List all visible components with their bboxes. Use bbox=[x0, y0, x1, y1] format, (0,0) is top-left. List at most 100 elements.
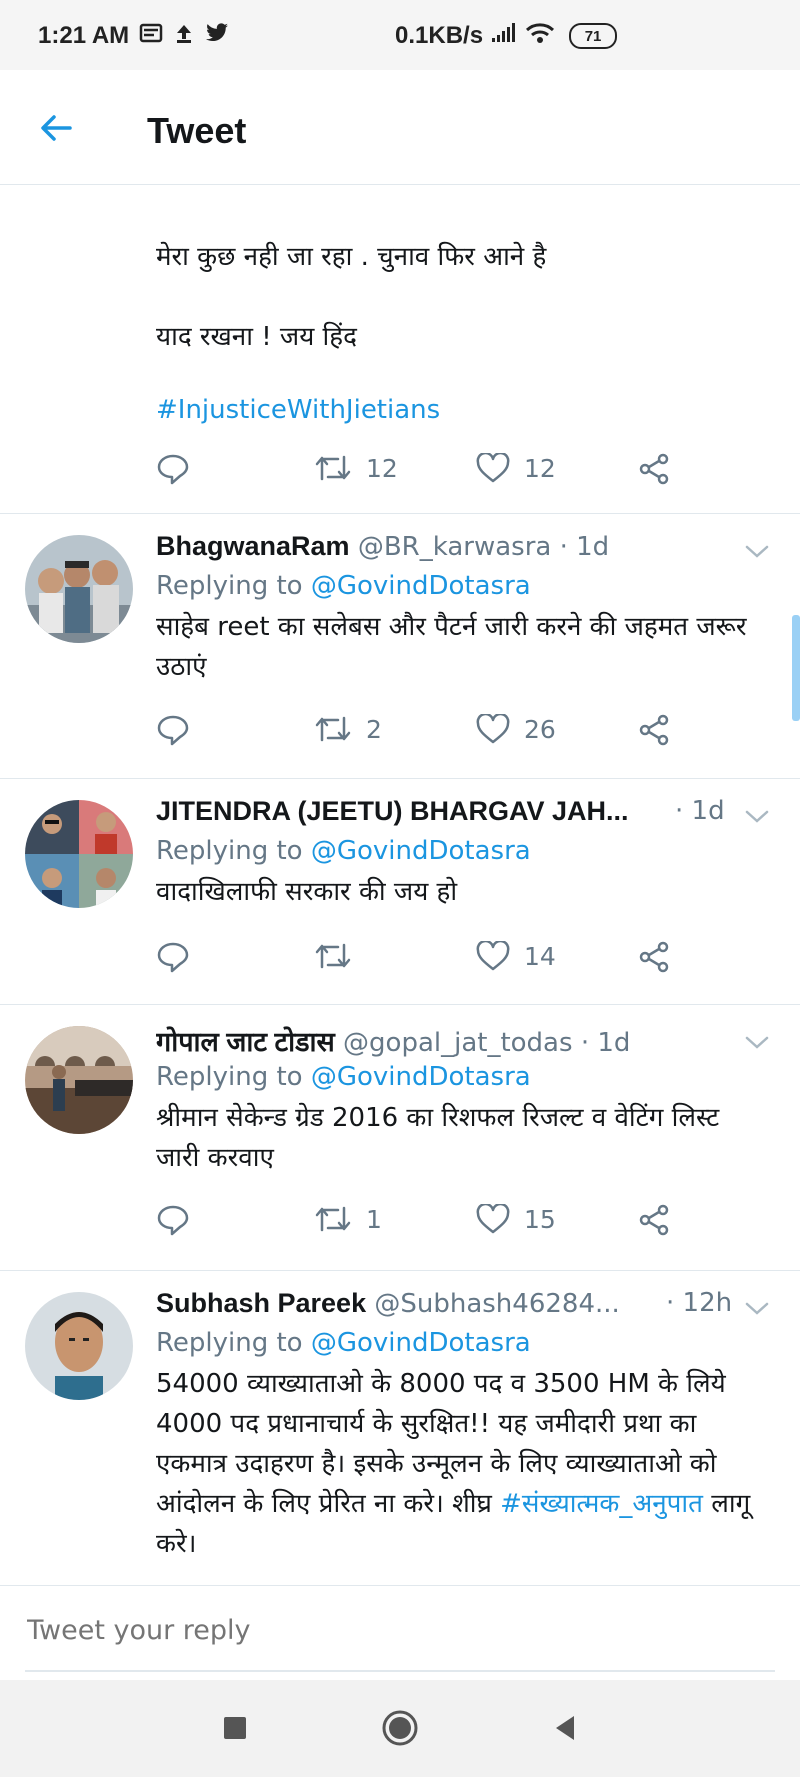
share-icon bbox=[639, 453, 669, 485]
status-bar: 1:21 AM 0.1KB/s 71 bbox=[0, 0, 800, 70]
replying-label: Replying to bbox=[156, 1062, 303, 1092]
heart-icon bbox=[476, 714, 510, 744]
recents-icon[interactable] bbox=[215, 1708, 255, 1748]
page-title: Tweet bbox=[147, 110, 247, 151]
reply-header: Subhash Pareek @Subhash46284... · 12h bbox=[156, 1288, 766, 1319]
replying-to: Replying to @GovindDotasra bbox=[156, 571, 531, 601]
reply-item[interactable]: BhagwanaRam @BR_karwasra · 1d Replying t… bbox=[0, 513, 800, 779]
reply-header: BhagwanaRam @BR_karwasra · 1d bbox=[156, 531, 766, 562]
hashtag-link[interactable]: #InjusticeWithJietians bbox=[156, 395, 440, 425]
reply-item[interactable]: Subhash Pareek @Subhash46284... · 12h Re… bbox=[0, 1270, 800, 1585]
tweet-text-line: याद रखना ! जय हिंद bbox=[156, 322, 357, 352]
display-name[interactable]: Subhash Pareek bbox=[156, 1288, 366, 1318]
network-speed: 0.1KB/s bbox=[395, 22, 484, 49]
replying-to: Replying to @GovindDotasra bbox=[156, 1328, 531, 1358]
timestamp: · 1d bbox=[580, 1028, 631, 1058]
home-icon[interactable] bbox=[380, 1708, 420, 1748]
share-button[interactable] bbox=[638, 714, 670, 746]
like-count: 15 bbox=[524, 1204, 556, 1234]
mention-link[interactable]: @GovindDotasra bbox=[311, 1062, 531, 1092]
tweet-text-line: मेरा कुछ नही जा रहा . चुनाव फिर आने है bbox=[156, 242, 547, 272]
retweet-icon bbox=[315, 943, 351, 969]
reply-text: श्रीमान सेकेन्ड ग्रेड 2016 का रिशफल रिजल… bbox=[156, 1103, 720, 1173]
reply-button[interactable] bbox=[156, 941, 190, 973]
tweet-actions: 12 12 bbox=[156, 453, 696, 493]
timestamp: · 1d bbox=[675, 796, 725, 826]
upload-icon bbox=[173, 22, 195, 50]
avatar[interactable] bbox=[25, 800, 133, 908]
reply-composer bbox=[0, 1585, 800, 1681]
reply-thread[interactable]: मेरा कुछ नही जा रहा . चुनाव फिर आने है य… bbox=[0, 185, 800, 1585]
tweet-actions: 14 bbox=[156, 941, 696, 981]
tweet-item: मेरा कुछ नही जा रहा . चुनाव फिर आने है य… bbox=[0, 185, 800, 514]
display-name[interactable]: JITENDRA (JEETU) BHARGAV JAH... bbox=[156, 796, 629, 826]
back-nav-icon[interactable] bbox=[545, 1708, 585, 1748]
share-button[interactable] bbox=[638, 453, 670, 485]
replying-to: Replying to @GovindDotasra bbox=[156, 1062, 531, 1092]
hashtag-link[interactable]: #संख्यात्मक_अनुपात bbox=[500, 1489, 703, 1519]
avatar[interactable] bbox=[25, 1026, 133, 1134]
reply-input[interactable] bbox=[25, 1604, 779, 1656]
chevron-down-icon[interactable] bbox=[744, 541, 770, 561]
system-nav-bar bbox=[0, 1680, 800, 1777]
arrow-left-icon[interactable] bbox=[36, 108, 76, 148]
retweet-button[interactable] bbox=[314, 941, 366, 971]
display-name[interactable]: गोपाल जाट टोडास bbox=[156, 1027, 335, 1057]
like-button[interactable]: 12 bbox=[476, 453, 556, 483]
composer-divider bbox=[25, 1670, 775, 1672]
replying-label: Replying to bbox=[156, 836, 303, 866]
heart-icon bbox=[476, 453, 510, 483]
reply-item[interactable]: गोपाल जाट टोडास @gopal_jat_todas · 1d Re… bbox=[0, 1004, 800, 1271]
message-icon bbox=[139, 22, 163, 50]
user-handle[interactable]: @BR_karwasra bbox=[358, 532, 552, 562]
reply-icon bbox=[157, 1205, 189, 1236]
like-button[interactable]: 26 bbox=[476, 714, 556, 744]
reply-button[interactable] bbox=[156, 1204, 190, 1236]
reply-icon bbox=[157, 454, 189, 485]
display-name[interactable]: BhagwanaRam bbox=[156, 531, 350, 561]
timestamp: · 12h bbox=[666, 1288, 733, 1318]
retweet-button[interactable]: 12 bbox=[314, 453, 398, 483]
mention-link[interactable]: @GovindDotasra bbox=[311, 571, 531, 601]
mention-link[interactable]: @GovindDotasra bbox=[311, 1328, 531, 1358]
retweet-button[interactable]: 1 bbox=[314, 1204, 382, 1234]
chevron-down-icon[interactable] bbox=[744, 1032, 770, 1052]
retweet-count: 1 bbox=[366, 1204, 382, 1234]
retweet-count: 12 bbox=[366, 453, 398, 483]
replying-label: Replying to bbox=[156, 571, 303, 601]
reply-icon bbox=[157, 715, 189, 746]
retweet-icon bbox=[315, 1206, 351, 1232]
retweet-count: 2 bbox=[366, 714, 382, 744]
avatar[interactable] bbox=[25, 1292, 133, 1400]
replying-label: Replying to bbox=[156, 1328, 303, 1358]
retweet-button[interactable]: 2 bbox=[314, 714, 382, 744]
reply-icon bbox=[157, 942, 189, 973]
share-icon bbox=[639, 941, 669, 973]
like-button[interactable]: 14 bbox=[476, 941, 556, 971]
twitter-icon bbox=[205, 22, 229, 50]
share-button[interactable] bbox=[638, 1204, 670, 1236]
user-handle[interactable]: @gopal_jat_todas bbox=[343, 1028, 573, 1058]
reply-item[interactable]: JITENDRA (JEETU) BHARGAV JAH... · 1d Rep… bbox=[0, 778, 800, 1005]
reply-header: गोपाल जाट टोडास @gopal_jat_todas · 1d bbox=[156, 1022, 766, 1059]
retweet-icon bbox=[315, 716, 351, 742]
battery-indicator: 71 bbox=[569, 23, 618, 49]
reply-text: 54000 व्याख्याताओ के 8000 पद व 3500 HM क… bbox=[156, 1364, 766, 1564]
share-button[interactable] bbox=[638, 941, 670, 973]
timestamp: · 1d bbox=[559, 532, 610, 562]
retweet-icon bbox=[315, 455, 351, 481]
wifi-icon bbox=[525, 22, 555, 50]
avatar[interactable] bbox=[25, 535, 133, 643]
scrollbar[interactable] bbox=[792, 615, 800, 721]
reply-button[interactable] bbox=[156, 453, 190, 485]
share-icon bbox=[639, 1204, 669, 1236]
app-bar: Tweet bbox=[0, 70, 800, 185]
reply-button[interactable] bbox=[156, 714, 190, 746]
share-icon bbox=[639, 714, 669, 746]
user-handle[interactable]: @Subhash46284... bbox=[374, 1289, 619, 1319]
like-count: 12 bbox=[524, 453, 556, 483]
chevron-down-icon[interactable] bbox=[744, 1298, 770, 1318]
chevron-down-icon[interactable] bbox=[744, 806, 770, 826]
mention-link[interactable]: @GovindDotasra bbox=[311, 836, 531, 866]
like-button[interactable]: 15 bbox=[476, 1204, 556, 1234]
